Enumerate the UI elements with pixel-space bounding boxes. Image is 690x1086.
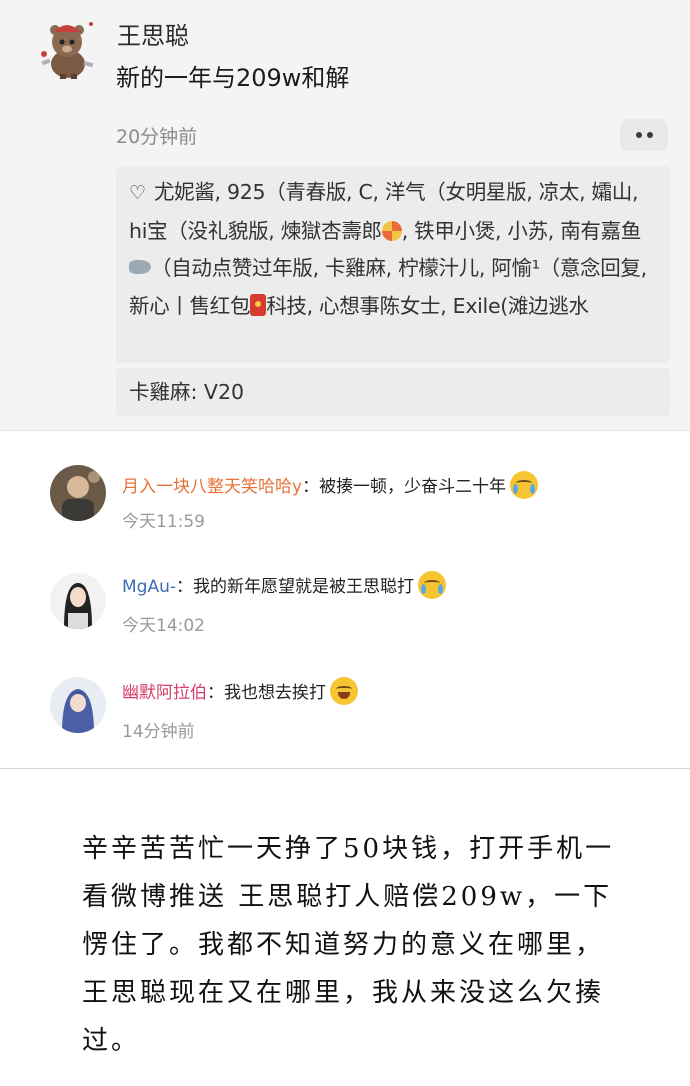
comment-time: 今天14:02 [122, 616, 205, 636]
comment-username[interactable]: MgAu- [122, 577, 176, 597]
comment-text: 我也想去挨打 [224, 683, 326, 703]
reply-preview[interactable]: 卡雞麻: V20 [116, 368, 670, 416]
comment-text: 我的新年愿望就是被王思聪打 [193, 577, 414, 597]
red-packet-emoji-icon [250, 293, 267, 316]
more-dots-icon [646, 132, 653, 138]
likes-text: ♡ 尤妮酱, 925（青春版, C, 洋气（女明星版, 凉太, 孀山, hi宝（… [129, 174, 660, 325]
post-author-name[interactable]: 王思聪 [117, 16, 189, 51]
comment-username[interactable]: 月入一块八整天笑哈哈y [122, 477, 302, 497]
comment-text: 被揍一顿，少奋斗二十年 [319, 477, 507, 497]
likes-text-part: , 铁甲小煲, 小苏, 南有嘉鱼 [401, 218, 642, 243]
comment-item: MgAu-：我的新年愿望就是被王思聪打 今天14:02 [0, 569, 690, 669]
comment-item: 幽默阿拉伯：我也想去挨打 14分钟前 [0, 675, 690, 775]
weibo-post: 王思聪 新的一年与209w和解 20分钟前 ♡ 尤妮酱, 925（青春版, C,… [0, 0, 690, 430]
likes-list: ♡ 尤妮酱, 925（青春版, C, 洋气（女明星版, 凉太, 孀山, hi宝（… [116, 166, 670, 363]
note-text: 辛辛苦苦忙一天挣了50块钱，打开手机一看微博推送 王思聪打人赔偿209w，一下愣… [82, 834, 615, 1056]
comment-username[interactable]: 幽默阿拉伯 [122, 683, 207, 703]
crying-face-icon [418, 571, 446, 599]
more-options-button[interactable] [620, 119, 668, 151]
user-photo-icon [50, 573, 106, 629]
author-avatar[interactable] [34, 14, 100, 80]
comment-line: 月入一块八整天笑哈哈y：被揍一顿，少奋斗二十年 [122, 471, 539, 499]
pinwheel-emoji-icon [381, 220, 402, 241]
comment-line: MgAu-：我的新年愿望就是被王思聪打 [122, 571, 446, 599]
comment-time: 今天11:59 [122, 512, 205, 532]
handwritten-note: 辛辛苦苦忙一天挣了50块钱，打开手机一看微博推送 王思聪打人赔偿209w，一下愣… [0, 768, 690, 1086]
more-dots-icon [635, 132, 642, 138]
likes-text-part: 科技, 心想事陈女士, Exile(滩边逃水 [266, 293, 589, 318]
comment-separator: ： [302, 477, 320, 497]
crying-face-icon [510, 471, 539, 499]
comment-separator: ： [207, 683, 224, 703]
comment-time: 14分钟前 [122, 722, 195, 742]
laughing-tears-face-icon [330, 677, 358, 705]
avatar[interactable] [50, 465, 106, 521]
heart-icon: ♡ [129, 182, 146, 204]
comment-list: 月入一块八整天笑哈哈y：被揍一顿，少奋斗二十年 今天11:59 MgAu-：我的… [0, 430, 690, 768]
post-content: 新的一年与209w和解 [116, 64, 350, 92]
avatar[interactable] [50, 677, 106, 733]
comment-item: 月入一块八整天笑哈哈y：被揍一顿，少奋斗二十年 今天11:59 [0, 461, 690, 561]
fish-emoji-icon [129, 260, 151, 274]
bear-avatar-icon [34, 14, 100, 80]
comment-line: 幽默阿拉伯：我也想去挨打 [122, 677, 358, 705]
user-photo-icon [50, 465, 106, 521]
post-timestamp: 20分钟前 [116, 126, 198, 148]
user-photo-icon [50, 677, 106, 733]
comment-separator: ： [176, 577, 193, 597]
avatar[interactable] [50, 573, 106, 629]
